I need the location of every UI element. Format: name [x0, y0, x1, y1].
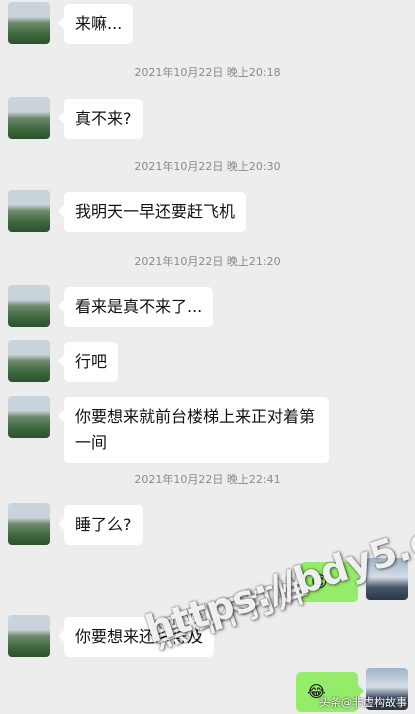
message-bubble[interactable]: 睡了么?: [58, 505, 143, 545]
contact-avatar[interactable]: [8, 97, 50, 139]
contact-avatar[interactable]: [8, 190, 50, 232]
contact-avatar[interactable]: [8, 285, 50, 327]
contact-avatar[interactable]: [8, 503, 50, 545]
message-bubble[interactable]: 你要想来就前台楼梯上来正对着第一间: [58, 397, 329, 463]
timestamp: 2021年10月22日 晚上20:18: [134, 66, 281, 79]
message-text: 我明天一早还要赶飞机: [75, 202, 236, 221]
message-text: 你要想来就前台楼梯上来正对着第一间: [75, 407, 316, 452]
message-text: 看来是真不来了...: [75, 297, 203, 316]
timestamp: 2021年10月22日 晚上22:41: [134, 473, 281, 486]
source-credit: 头条@非虚构故事: [319, 696, 407, 709]
message-bubble[interactable]: 我明天一早还要赶飞机: [57, 192, 247, 232]
message-bubble[interactable]: 看来是真不来了...: [57, 287, 214, 327]
message-text: 行吧: [75, 352, 108, 371]
timestamp: 2021年10月22日 晚上21:20: [134, 255, 281, 268]
message-text: 真不来?: [75, 109, 132, 128]
contact-avatar[interactable]: [8, 2, 50, 44]
contact-avatar[interactable]: [8, 396, 50, 438]
message-bubble[interactable]: 真不来?: [58, 99, 143, 139]
message-text: 来嘛...: [75, 14, 123, 33]
contact-avatar[interactable]: [8, 615, 50, 657]
message-bubble[interactable]: 来嘛...: [57, 4, 134, 44]
message-text: 睡了么?: [75, 515, 132, 534]
contact-avatar[interactable]: [8, 340, 50, 382]
timestamp: 2021年10月22日 晚上20:30: [134, 160, 281, 173]
message-bubble[interactable]: 行吧: [57, 342, 119, 382]
